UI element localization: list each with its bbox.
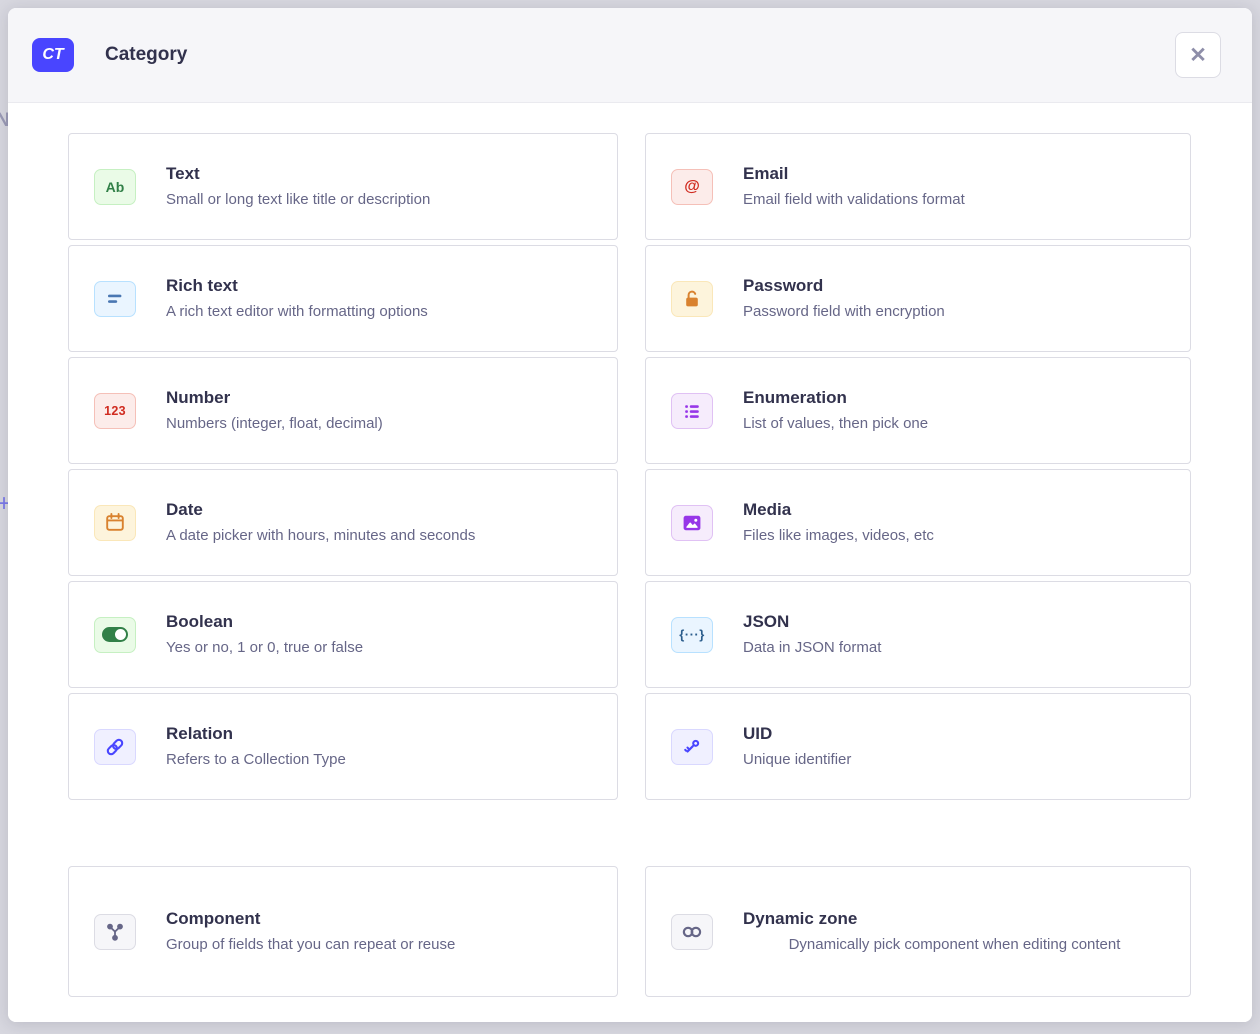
field-card-email[interactable]: @ Email Email field with validations for… [645, 133, 1191, 240]
calendar-icon [94, 505, 136, 541]
field-card-boolean[interactable]: Boolean Yes or no, 1 or 0, true or false [68, 581, 618, 688]
field-card-description: Unique identifier [743, 750, 1166, 770]
field-card-title: Media [743, 499, 1166, 520]
field-card-title: Component [166, 908, 593, 929]
field-card-password[interactable]: Password Password field with encryption [645, 245, 1191, 352]
modal-header: CT Category ✕ [8, 8, 1252, 103]
field-card-title: Number [166, 387, 593, 408]
default-fields-grid: Ab Text Small or long text like title or… [68, 133, 1191, 800]
field-card-description: Email field with validations format [743, 190, 1166, 210]
collection-type-badge: CT [32, 38, 74, 72]
field-card-json[interactable]: {···} JSON Data in JSON format [645, 581, 1191, 688]
field-card-description: Small or long text like title or descrip… [166, 190, 593, 210]
field-card-title: Date [166, 499, 593, 520]
field-card-uid[interactable]: UID Unique identifier [645, 693, 1191, 800]
field-card-description: Data in JSON format [743, 638, 1166, 658]
link-icon [94, 729, 136, 765]
card-text: Date A date picker with hours, minutes a… [166, 499, 593, 546]
card-text: Dynamic zone Dynamically pick component … [743, 908, 1166, 955]
close-button[interactable]: ✕ [1175, 32, 1221, 78]
bullet-list-icon [671, 393, 713, 429]
card-text: Rich text A rich text editor with format… [166, 275, 593, 322]
field-card-description: Group of fields that you can repeat or r… [166, 935, 593, 955]
field-type-picker-modal: CT Category ✕ Ab Text Small or long text… [8, 8, 1252, 1022]
field-card-title: JSON [743, 611, 1166, 632]
ab-icon: Ab [94, 169, 136, 205]
card-text: Media Files like images, videos, etc [743, 499, 1166, 546]
field-card-title: Enumeration [743, 387, 1166, 408]
card-text: Relation Refers to a Collection Type [166, 723, 593, 770]
field-card-richtext[interactable]: Rich text A rich text editor with format… [68, 245, 618, 352]
field-card-component[interactable]: Component Group of fields that you can r… [68, 866, 618, 997]
field-card-relation[interactable]: Relation Refers to a Collection Type [68, 693, 618, 800]
card-text: JSON Data in JSON format [743, 611, 1166, 658]
field-card-title: Boolean [166, 611, 593, 632]
field-card-number[interactable]: 123 Number Numbers (integer, float, deci… [68, 357, 618, 464]
picture-icon [671, 505, 713, 541]
number-123-icon: 123 [94, 393, 136, 429]
field-card-description: Password field with encryption [743, 302, 1166, 322]
card-text: Enumeration List of values, then pick on… [743, 387, 1166, 434]
field-card-dynamiczone[interactable]: Dynamic zone Dynamically pick component … [645, 866, 1191, 997]
field-card-description: Dynamically pick component when editing … [789, 935, 1121, 955]
card-text: Text Small or long text like title or de… [166, 163, 593, 210]
advanced-fields-grid: Component Group of fields that you can r… [68, 866, 1191, 997]
field-card-title: Email [743, 163, 1166, 184]
field-card-description: A date picker with hours, minutes and se… [166, 526, 593, 546]
field-card-text[interactable]: Ab Text Small or long text like title or… [68, 133, 618, 240]
field-card-description: Numbers (integer, float, decimal) [166, 414, 593, 434]
modal-body: Ab Text Small or long text like title or… [8, 103, 1252, 1022]
card-text: Password Password field with encryption [743, 275, 1166, 322]
close-icon: ✕ [1189, 45, 1207, 66]
field-card-description: Yes or no, 1 or 0, true or false [166, 638, 593, 658]
align-left-icon [94, 281, 136, 317]
field-card-media[interactable]: Media Files like images, videos, etc [645, 469, 1191, 576]
lock-open-icon [671, 281, 713, 317]
toggle-on-icon [94, 617, 136, 653]
at-icon: @ [671, 169, 713, 205]
card-text: Component Group of fields that you can r… [166, 908, 593, 955]
field-card-title: Password [743, 275, 1166, 296]
branch-icon [94, 914, 136, 950]
field-card-description: Files like images, videos, etc [743, 526, 1166, 546]
field-card-title: Text [166, 163, 593, 184]
field-card-date[interactable]: Date A date picker with hours, minutes a… [68, 469, 618, 576]
field-card-title: UID [743, 723, 1166, 744]
infinity-icon [671, 914, 713, 950]
card-text: Number Numbers (integer, float, decimal) [166, 387, 593, 434]
field-card-description: List of values, then pick one [743, 414, 1166, 434]
field-card-title: Relation [166, 723, 593, 744]
field-card-enumeration[interactable]: Enumeration List of values, then pick on… [645, 357, 1191, 464]
field-card-title: Rich text [166, 275, 593, 296]
modal-title: Category [105, 44, 187, 66]
field-card-description: A rich text editor with formatting optio… [166, 302, 593, 322]
field-card-description: Refers to a Collection Type [166, 750, 593, 770]
key-icon [671, 729, 713, 765]
card-text: Email Email field with validations forma… [743, 163, 1166, 210]
card-text: Boolean Yes or no, 1 or 0, true or false [166, 611, 593, 658]
card-text: UID Unique identifier [743, 723, 1166, 770]
json-braces-icon: {···} [671, 617, 713, 653]
field-card-title: Dynamic zone [743, 908, 1166, 929]
